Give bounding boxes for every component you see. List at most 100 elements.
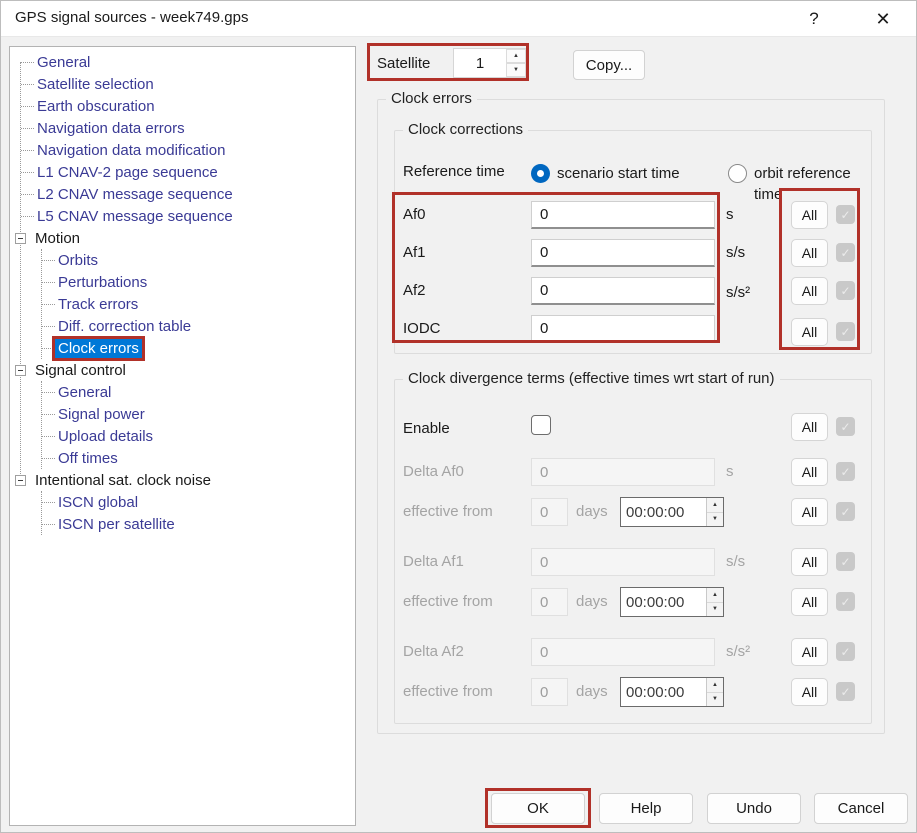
delta-af2-label: Delta Af2 xyxy=(403,638,464,666)
clock-divergence-legend: Clock divergence terms (effective times … xyxy=(403,370,780,387)
tree-item-l1-cnav-2-page-sequence[interactable]: L1 CNAV-2 page sequence xyxy=(21,161,355,183)
title-bar: GPS signal sources - week749.gps ? ✕ xyxy=(1,1,916,37)
enable-checkbox[interactable] xyxy=(531,415,551,435)
tree-root: General Satellite selection Earth obscur… xyxy=(10,51,355,535)
delta-af2-time-spinner[interactable]: 00:00:00 ▲ ▼ xyxy=(620,677,724,707)
check-icon: ✓ xyxy=(840,646,850,658)
iodc-all-button[interactable]: All xyxy=(791,318,828,346)
clock-errors-group: Clock errors Clock corrections Reference… xyxy=(377,99,885,734)
delta-af0-eff-all-button[interactable]: All xyxy=(791,498,828,526)
iscn-children: ISCN global ISCN per satellite xyxy=(41,491,355,535)
help-button[interactable]: Help xyxy=(599,793,693,824)
minus-icon xyxy=(18,370,23,371)
delta-af0-days-input xyxy=(531,498,568,526)
delta-af1-time-spinner[interactable]: 00:00:00 ▲ ▼ xyxy=(620,587,724,617)
settings-tree: General Satellite selection Earth obscur… xyxy=(9,46,356,826)
delta-af1-label: Delta Af1 xyxy=(403,548,464,576)
iodc-label: IODC xyxy=(403,315,441,343)
tree-item-general[interactable]: General xyxy=(21,51,355,73)
af2-all-button[interactable]: All xyxy=(791,277,828,305)
check-icon: ✓ xyxy=(840,506,850,518)
delta-af2-all-button[interactable]: All xyxy=(791,638,828,666)
delta-af0-all-button[interactable]: All xyxy=(791,458,828,486)
spin-up-icon[interactable]: ▲ xyxy=(707,678,723,693)
check-icon: ✓ xyxy=(840,421,850,433)
cancel-button[interactable]: Cancel xyxy=(814,793,908,824)
delta-af0-label: Delta Af0 xyxy=(403,458,464,486)
clock-corrections-group: Clock corrections Reference time scenari… xyxy=(394,130,872,354)
delta-af1-eff-apply-checkbox: ✓ xyxy=(836,592,855,611)
undo-button[interactable]: Undo xyxy=(707,793,801,824)
tree-item-intentional-sat-clock-noise[interactable]: Intentional sat. clock noise xyxy=(15,469,355,491)
delta-af1-all-button[interactable]: All xyxy=(791,548,828,576)
iodc-input[interactable] xyxy=(531,315,715,343)
signal-control-children: General Signal power Upload details Off … xyxy=(41,381,355,469)
delta-af1-apply-checkbox: ✓ xyxy=(836,552,855,571)
check-icon: ✓ xyxy=(840,466,850,478)
delta-af2-eff-all-button[interactable]: All xyxy=(791,678,828,706)
spin-down-icon[interactable]: ▼ xyxy=(707,513,723,527)
tree-item-l2-cnav-message-sequence[interactable]: L2 CNAV message sequence xyxy=(21,183,355,205)
satellite-spinner[interactable]: 1 ▲ ▼ xyxy=(453,48,527,78)
collapse-icon[interactable] xyxy=(15,233,26,244)
tree-item-upload-details[interactable]: Upload details xyxy=(42,425,355,447)
tree-item-orbits[interactable]: Orbits xyxy=(42,249,355,271)
enable-apply-checkbox: ✓ xyxy=(836,417,855,436)
tree-item-signal-control[interactable]: Signal control xyxy=(15,359,355,381)
spin-up-icon[interactable]: ▲ xyxy=(707,498,723,513)
collapse-icon[interactable] xyxy=(15,475,26,486)
tree-item-navigation-data-errors[interactable]: Navigation data errors xyxy=(21,117,355,139)
tree-item-diff-correction-table[interactable]: Diff. correction table xyxy=(42,315,355,337)
tree-item-general-signal[interactable]: General xyxy=(42,381,355,403)
check-icon: ✓ xyxy=(840,285,850,297)
check-icon: ✓ xyxy=(840,209,850,221)
delta-af0-unit: s xyxy=(726,462,734,482)
scenario-start-time-label: scenario start time xyxy=(557,163,680,184)
spin-down-icon[interactable]: ▼ xyxy=(506,63,526,77)
check-icon: ✓ xyxy=(840,556,850,568)
af1-all-button[interactable]: All xyxy=(791,239,828,267)
collapse-icon[interactable] xyxy=(15,365,26,376)
close-icon[interactable]: ✕ xyxy=(861,1,905,37)
af1-input[interactable] xyxy=(531,239,715,267)
tree-item-signal-power[interactable]: Signal power xyxy=(42,403,355,425)
days-label: days xyxy=(576,592,608,612)
delta-af1-input xyxy=(531,548,715,576)
tree-item-track-errors[interactable]: Track errors xyxy=(42,293,355,315)
scenario-start-time-radio[interactable] xyxy=(531,164,550,183)
af2-input[interactable] xyxy=(531,277,715,305)
af0-input[interactable] xyxy=(531,201,715,229)
orbit-reference-time-radio[interactable] xyxy=(728,164,747,183)
enable-all-button[interactable]: All xyxy=(791,413,828,441)
delta-af1-eff-all-button[interactable]: All xyxy=(791,588,828,616)
tree-item-clock-errors[interactable]: Clock errors xyxy=(42,337,355,359)
check-icon: ✓ xyxy=(840,596,850,608)
tree-item-iscn-global[interactable]: ISCN global xyxy=(42,491,355,513)
delta-af0-eff-apply-checkbox: ✓ xyxy=(836,502,855,521)
af0-all-button[interactable]: All xyxy=(791,201,828,229)
ok-button[interactable]: OK xyxy=(491,793,585,824)
af2-label: Af2 xyxy=(403,277,426,305)
tree-item-earth-obscuration[interactable]: Earth obscuration xyxy=(21,95,355,117)
spin-up-icon[interactable]: ▲ xyxy=(707,588,723,603)
satellite-label: Satellite xyxy=(377,55,430,72)
tree-item-l5-cnav-message-sequence[interactable]: L5 CNAV message sequence xyxy=(21,205,355,227)
help-icon[interactable]: ? xyxy=(792,1,836,37)
tree-item-off-times[interactable]: Off times xyxy=(42,447,355,469)
copy-button[interactable]: Copy... xyxy=(573,50,645,80)
days-label: days xyxy=(576,502,608,522)
spin-down-icon[interactable]: ▼ xyxy=(707,693,723,707)
spin-up-icon[interactable]: ▲ xyxy=(506,49,526,63)
window-title: GPS signal sources - week749.gps xyxy=(15,9,248,26)
spin-down-icon[interactable]: ▼ xyxy=(707,603,723,617)
check-icon: ✓ xyxy=(840,247,850,259)
tree-item-satellite-selection[interactable]: Satellite selection xyxy=(21,73,355,95)
delta-af1-unit: s/s xyxy=(726,552,745,572)
tree-item-perturbations[interactable]: Perturbations xyxy=(42,271,355,293)
delta-af2-unit: s/s² xyxy=(726,642,750,662)
tree-item-navigation-data-modification[interactable]: Navigation data modification xyxy=(21,139,355,161)
delta-af0-time-spinner[interactable]: 00:00:00 ▲ ▼ xyxy=(620,497,724,527)
delta-af2-input xyxy=(531,638,715,666)
tree-item-motion[interactable]: Motion xyxy=(15,227,355,249)
tree-item-iscn-per-satellite[interactable]: ISCN per satellite xyxy=(42,513,355,535)
